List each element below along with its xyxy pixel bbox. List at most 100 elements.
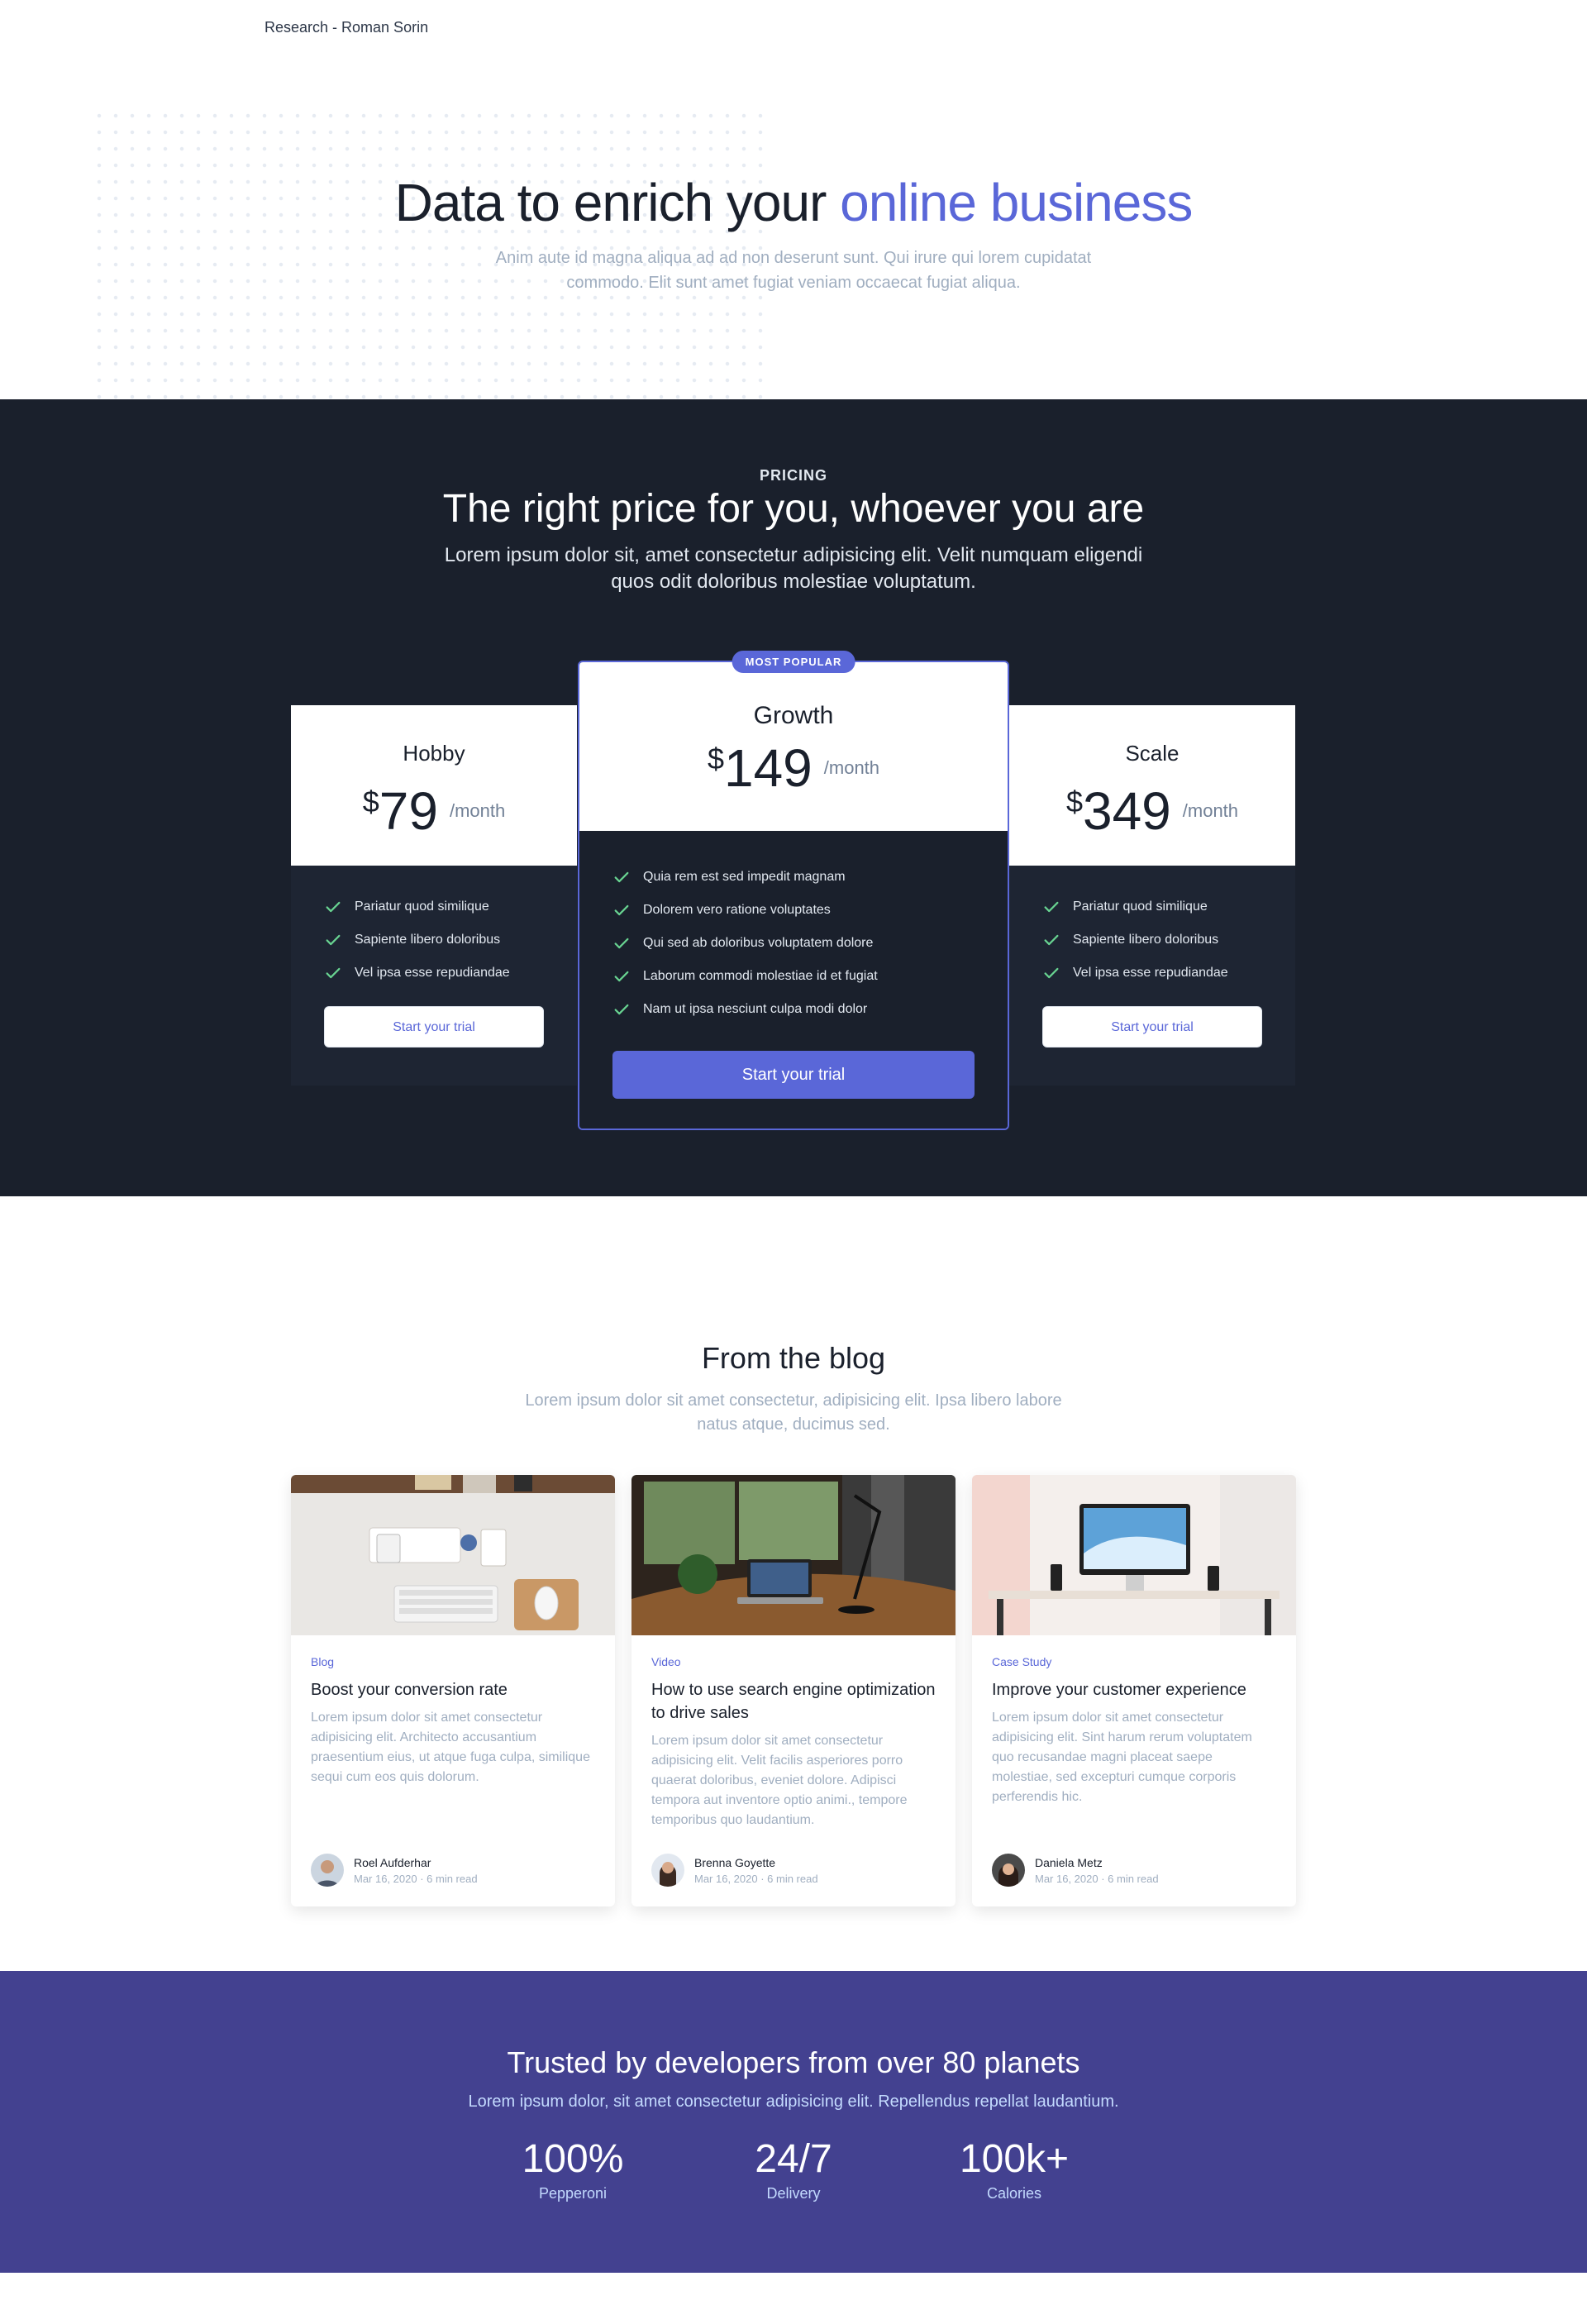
hero-section: Data to enrich your online business Anim…	[0, 58, 1587, 399]
post-title[interactable]: Boost your conversion rate	[311, 1678, 595, 1701]
price-amount: 79	[379, 781, 438, 841]
laptop-photo	[631, 1475, 956, 1635]
post-category[interactable]: Video	[651, 1655, 936, 1668]
price-period: /month	[823, 757, 880, 778]
author-details: Daniela Metz Mar 16, 2020 · 6 min read	[1035, 1856, 1159, 1885]
post-title[interactable]: Improve your customer experience	[992, 1678, 1276, 1701]
feature-item: Nam ut ipsa nesciunt culpa modi dolor	[612, 993, 975, 1026]
post-body: Video How to use search engine optimizat…	[631, 1635, 956, 1830]
price-amount: 149	[723, 738, 813, 798]
check-icon	[326, 967, 341, 979]
blog-section: From the blog Lorem ipsum dolor sit amet…	[0, 1196, 1587, 1971]
feature-item: Sapiente libero doloribus	[324, 923, 544, 957]
pricing-section: PRICING The right price for you, whoever…	[0, 399, 1587, 1196]
blog-post-card[interactable]: Blog Boost your conversion rate Lorem ip…	[291, 1475, 615, 1906]
pricing-title: The right price for you, whoever you are	[442, 487, 1145, 531]
start-trial-button-growth[interactable]: Start your trial	[612, 1051, 975, 1099]
check-icon	[1044, 901, 1059, 913]
stat-item: 100k+ Calories	[915, 2136, 1113, 2202]
stat-item: 24/7 Delivery	[694, 2136, 893, 2202]
feature-label: Vel ipsa esse repudiandae	[1073, 966, 1228, 980]
hero-title-accent: online business	[840, 173, 1193, 232]
post-author: Daniela Metz Mar 16, 2020 · 6 min read	[992, 1854, 1159, 1887]
author-details: Brenna Goyette Mar 16, 2020 · 6 min read	[694, 1856, 818, 1885]
post-body: Blog Boost your conversion rate Lorem ip…	[291, 1635, 615, 1787]
check-icon	[1044, 967, 1059, 979]
plan-features: Pariatur quod similique Sapiente libero …	[291, 866, 577, 1086]
author-name[interactable]: Daniela Metz	[1035, 1856, 1159, 1869]
post-image-laptop[interactable]	[631, 1475, 956, 1635]
post-category[interactable]: Case Study	[992, 1655, 1276, 1668]
price-period: /month	[1182, 800, 1239, 821]
plan-name: Scale	[1125, 741, 1180, 766]
plan-card-growth: MOST POPULAR Growth $ 149 /month Quia re…	[578, 651, 1009, 1130]
stat-label: Pepperoni	[538, 2185, 608, 2202]
plan-features: Quia rem est sed impedit magnam Dolorem …	[579, 831, 1008, 1129]
plan-card-hobby: Hobby $ 79 /month Pariatur quod similiqu…	[291, 705, 577, 1086]
plan-header: Scale $ 349 /month	[1009, 705, 1295, 866]
feature-label: Qui sed ab doloribus voluptatem dolore	[643, 936, 874, 950]
post-excerpt: Lorem ipsum dolor sit amet consectetur a…	[992, 1711, 1252, 1804]
check-icon	[326, 934, 341, 946]
post-image-desk[interactable]	[291, 1475, 615, 1635]
hero-subtitle: Anim aute id magna aliqua ad ad non dese…	[495, 249, 1092, 292]
post-meta: Mar 16, 2020 · 6 min read	[354, 1872, 478, 1885]
feature-label: Quia rem est sed impedit magnam	[643, 870, 846, 884]
stat-value: 100k+	[959, 2137, 1070, 2181]
check-icon	[1044, 934, 1059, 946]
check-icon	[614, 871, 629, 883]
stat-label: Delivery	[766, 2185, 821, 2202]
feature-label: Dolorem vero ratione voluptates	[643, 903, 831, 917]
stat-label: Calories	[986, 2185, 1042, 2202]
stats-subtitle: Lorem ipsum dolor, sit amet consectetur …	[468, 2093, 1119, 2111]
feature-label: Vel ipsa esse repudiandae	[355, 966, 510, 980]
feature-label: Pariatur quod similique	[355, 900, 489, 914]
plan-card-scale: Scale $ 349 /month Pariatur quod similiq…	[1009, 705, 1295, 1086]
plan-price: $ 349 /month	[1009, 785, 1295, 837]
avatar[interactable]	[311, 1854, 344, 1887]
feature-label: Nam ut ipsa nesciunt culpa modi dolor	[643, 1002, 868, 1016]
post-meta: Mar 16, 2020 · 6 min read	[1035, 1872, 1159, 1885]
price-currency: $	[1065, 785, 1083, 818]
post-excerpt: Lorem ipsum dolor sit amet consectetur a…	[311, 1711, 590, 1784]
hero-title-prefix: Data to enrich your	[394, 173, 841, 232]
pricing-eyebrow: PRICING	[759, 467, 827, 484]
feature-label: Sapiente libero doloribus	[355, 933, 501, 947]
feature-item: Pariatur quod similique	[324, 890, 544, 923]
post-image-imac[interactable]	[972, 1475, 1296, 1635]
post-title[interactable]: How to use search engine optimization to…	[651, 1678, 936, 1725]
feature-item: Sapiente libero doloribus	[1042, 923, 1262, 957]
price-amount: 349	[1082, 781, 1171, 841]
pricing-subtitle: Lorem ipsum dolor sit, amet consectetur …	[444, 544, 1143, 593]
start-trial-button-scale[interactable]: Start your trial	[1042, 1006, 1262, 1047]
post-author: Roel Aufderhar Mar 16, 2020 · 6 min read	[311, 1854, 478, 1887]
plan-header: Growth $ 149 /month	[579, 662, 1008, 831]
check-icon	[614, 904, 629, 916]
price-period: /month	[449, 800, 506, 821]
price-currency: $	[362, 785, 379, 818]
blog-subtitle: Lorem ipsum dolor sit amet consectetur, …	[525, 1391, 1062, 1434]
check-icon	[614, 1004, 629, 1015]
feature-item: Dolorem vero ratione voluptates	[612, 894, 975, 927]
blog-title: From the blog	[701, 1341, 886, 1375]
imac-photo	[972, 1475, 1296, 1635]
author-name[interactable]: Brenna Goyette	[694, 1856, 818, 1869]
stat-value: 100%	[522, 2137, 624, 2181]
post-category[interactable]: Blog	[311, 1655, 595, 1668]
stat-value: 24/7	[755, 2137, 832, 2181]
blog-post-card[interactable]: Case Study Improve your customer experie…	[972, 1475, 1296, 1906]
feature-item: Laborum commodi molestiae id et fugiat	[612, 960, 975, 993]
breadcrumb-link[interactable]: Research - Roman Sorin	[264, 19, 428, 36]
plan-name: Hobby	[403, 741, 465, 766]
blog-post-card[interactable]: Video How to use search engine optimizat…	[631, 1475, 956, 1906]
author-name[interactable]: Roel Aufderhar	[354, 1856, 478, 1869]
post-meta: Mar 16, 2020 · 6 min read	[694, 1872, 818, 1885]
feature-item: Vel ipsa esse repudiandae	[324, 957, 544, 990]
feature-item: Pariatur quod similique	[1042, 890, 1262, 923]
hero-title: Data to enrich your online business	[0, 172, 1587, 233]
check-icon	[326, 901, 341, 913]
avatar[interactable]	[651, 1854, 684, 1887]
start-trial-button-hobby[interactable]: Start your trial	[324, 1006, 544, 1047]
feature-item: Quia rem est sed impedit magnam	[612, 861, 975, 894]
avatar[interactable]	[992, 1854, 1025, 1887]
